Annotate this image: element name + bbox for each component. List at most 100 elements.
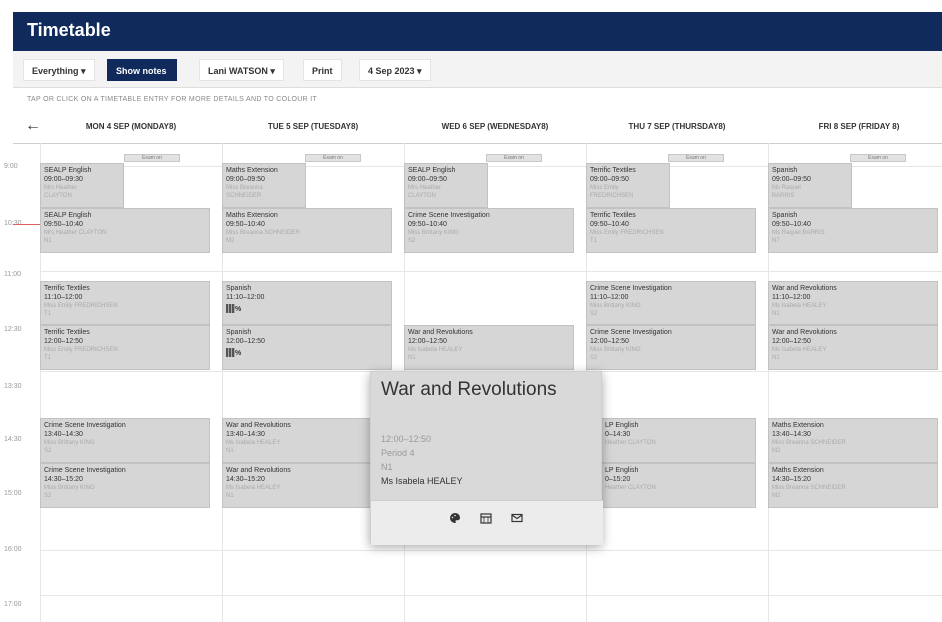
lesson-entry[interactable]: War and Revolutions 11:10–12:00 Ms Isabe… xyxy=(768,281,938,325)
lesson-time: 12:00–12:50 xyxy=(590,338,629,345)
lesson-entry[interactable]: Spanish 12:00–12:50 % xyxy=(222,325,392,370)
lesson-entry[interactable]: Crime Scene Investigation 11:10–12:00 Mi… xyxy=(586,281,756,325)
lesson-entry[interactable]: Terrific Textiles 09:50–10:40 Miss Emily… xyxy=(586,208,756,253)
exam-badge: Exam on xyxy=(124,154,180,162)
date-dropdown[interactable]: 4 Sep 2023 ▾ xyxy=(359,59,431,81)
time-label: 17:00 xyxy=(4,601,22,608)
app-title: Timetable xyxy=(27,20,111,40)
lesson-entry[interactable]: SEALP English 09:50–10:40 Mrs Heather CL… xyxy=(40,208,210,253)
lesson-time: 09:50–10:40 xyxy=(408,221,447,228)
lesson-room: N1 xyxy=(226,448,234,454)
lesson-entry[interactable]: Crime Scene Investigation 12:00–12:50 Mi… xyxy=(586,325,756,370)
lesson-entry[interactable]: LP English 0–14:30 Heather CLAYTON xyxy=(586,418,756,463)
lesson-subject: Crime Scene Investigation xyxy=(44,422,126,429)
lesson-entry[interactable]: Spanish 09:00–09:50 Ms Raquel BARRIS xyxy=(768,163,852,208)
lesson-entry[interactable]: Crime Scene Investigation 13:40–14:30 Mi… xyxy=(40,418,210,463)
lesson-room: BARRIS xyxy=(772,193,795,199)
popup-period: Period 4 xyxy=(381,448,415,458)
lesson-entry[interactable]: Crime Scene Investigation 14:30–15:20 Mi… xyxy=(40,463,210,508)
lesson-entry[interactable]: War and Revolutions 14:30–15:20 Ms Isabe… xyxy=(222,463,372,508)
lesson-time: 0–15:20 xyxy=(605,476,631,483)
day-header-tue[interactable]: TUE 5 SEP (TUESDAY8) xyxy=(222,122,404,131)
lesson-room: N1 xyxy=(772,311,780,317)
lesson-subject: Terrific Textiles xyxy=(590,212,636,219)
lesson-time: 0–14:30 xyxy=(605,431,631,438)
lesson-teacher: Mrs Heather xyxy=(408,185,442,191)
lesson-time: 09:50–10:40 xyxy=(44,221,83,228)
lesson-room: T1 xyxy=(590,238,598,244)
student-dropdown[interactable]: Lani WATSON ▾ xyxy=(199,59,284,81)
lesson-teacher: Mrs Heather CLAYTON xyxy=(44,230,107,236)
show-notes-button[interactable]: Show notes xyxy=(107,59,177,81)
exam-badge: Exam on xyxy=(486,154,542,162)
lesson-room: FREDRICHSEN xyxy=(590,193,634,199)
lesson-room: N1 xyxy=(772,355,780,361)
lesson-teacher: Miss Emily xyxy=(590,185,619,191)
lesson-teacher: Miss Brittany KING xyxy=(44,485,95,491)
time-label: 16:00 xyxy=(4,546,22,553)
email-icon[interactable] xyxy=(506,510,528,532)
lesson-teacher: Miss Brittany KING xyxy=(590,347,641,353)
lesson-entry[interactable]: LP English 0–15:20 Heather CLAYTON xyxy=(586,463,756,508)
lesson-subject: SEALP English xyxy=(44,212,92,219)
arrow-left-icon[interactable]: ← xyxy=(25,117,41,135)
lesson-entry[interactable]: War and Revolutions 13:40–14:30 Ms Isabe… xyxy=(222,418,372,463)
popup-actions xyxy=(371,500,603,545)
lesson-entry[interactable]: Terrific Textiles 12:00–12:50 Miss Emily… xyxy=(40,325,210,370)
lesson-entry[interactable]: Crime Scene Investigation 09:50–10:40 Mi… xyxy=(404,208,574,253)
day-header-wed[interactable]: WED 6 SEP (WEDNESDAY8) xyxy=(404,122,586,131)
lesson-room: M2 xyxy=(226,238,235,244)
lesson-teacher: Heather CLAYTON xyxy=(605,440,656,446)
lesson-entry[interactable]: Spanish 09:50–10:40 Ms Raquel BARRIS N7 xyxy=(768,208,938,253)
lesson-teacher: Heather CLAYTON xyxy=(605,485,656,491)
instruction-hint: TAP OR CLICK ON A TIMETABLE ENTRY FOR MO… xyxy=(27,96,318,103)
filter-dropdown[interactable]: Everything ▾ xyxy=(23,59,95,81)
lesson-subject: Maths Extension xyxy=(226,212,278,219)
lesson-entry[interactable]: Spanish 11:10–12:00 % xyxy=(222,281,392,325)
lesson-room: N1 xyxy=(408,355,416,361)
lesson-teacher: Ms Raquel BARRIS xyxy=(772,230,825,236)
lesson-subject: SEALP English xyxy=(44,167,92,174)
lesson-teacher: Ms Isabela HEALEY xyxy=(226,485,281,491)
lesson-entry[interactable]: Maths Extension 09:50–10:40 Miss Breanna… xyxy=(222,208,392,253)
lesson-teacher: Miss Emily FREDRICHSEN xyxy=(44,347,118,353)
exam-badge: Exam on xyxy=(668,154,724,162)
lesson-room: CLAYTON xyxy=(44,193,72,199)
calendar-icon[interactable] xyxy=(475,510,497,532)
day-header-thu[interactable]: THU 7 SEP (THURSDAY8) xyxy=(586,122,768,131)
time-label: 12:30 xyxy=(4,326,22,333)
time-label: 14:30 xyxy=(4,436,22,443)
lesson-time: 09:50–10:40 xyxy=(226,221,265,228)
lesson-subject: Spanish xyxy=(226,329,252,336)
lesson-subject: War and Revolutions xyxy=(408,329,473,336)
lesson-subject: Spanish xyxy=(772,212,798,219)
lesson-time: 13:40–14:30 xyxy=(44,431,83,438)
print-button[interactable]: Print xyxy=(303,59,342,81)
lesson-teacher: Miss Breanna SCHNEIDER xyxy=(772,440,846,446)
lesson-entry[interactable]: Terrific Textiles 09:00–09:50 Miss Emily… xyxy=(586,163,670,208)
lesson-subject: Crime Scene Investigation xyxy=(590,329,672,336)
lesson-entry[interactable]: Terrific Textiles 11:10–12:00 Miss Emily… xyxy=(40,281,210,325)
lesson-entry[interactable]: Maths Extension 14:30–15:20 Miss Breanna… xyxy=(768,463,938,508)
lesson-entry[interactable]: SEALP English 09:00–09:50 Mrs Heather CL… xyxy=(404,163,488,208)
lesson-room: N1 xyxy=(44,238,52,244)
lesson-room: N1 xyxy=(226,493,234,499)
lesson-entry[interactable]: War and Revolutions 12:00–12:50 Ms Isabe… xyxy=(768,325,938,370)
lesson-entry[interactable]: Maths Extension 09:00–09:50 Miss Breanna… xyxy=(222,163,306,208)
lesson-room: SCHNEIDER xyxy=(226,193,262,199)
day-header-fri[interactable]: FRI 8 SEP (FRIDAY 8) xyxy=(768,122,942,131)
lesson-teacher: Mrs Heather xyxy=(44,185,78,191)
palette-icon[interactable] xyxy=(444,510,466,532)
lesson-time: 11:10–12:00 xyxy=(772,294,811,301)
lesson-time: 12:00–12:50 xyxy=(772,338,811,345)
lesson-room: M2 xyxy=(772,493,781,499)
lesson-time: 11:10–12:00 xyxy=(44,294,83,301)
lesson-entry[interactable]: SEALP English 09:00–09:30 Mrs Heather CL… xyxy=(40,163,124,208)
lesson-time: 09:00–09:50 xyxy=(408,176,447,183)
day-header-bar: ← MON 4 SEP (MONDAY8) TUE 5 SEP (TUESDAY… xyxy=(13,111,942,144)
day-header-mon[interactable]: MON 4 SEP (MONDAY8) xyxy=(40,122,222,131)
lesson-entry[interactable]: Maths Extension 13:40–14:30 Miss Breanna… xyxy=(768,418,938,463)
lesson-subject: Terrific Textiles xyxy=(44,329,90,336)
lesson-entry[interactable]: War and Revolutions 12:00–12:50 Ms Isabe… xyxy=(404,325,574,370)
lesson-time: 14:30–15:20 xyxy=(44,476,83,483)
